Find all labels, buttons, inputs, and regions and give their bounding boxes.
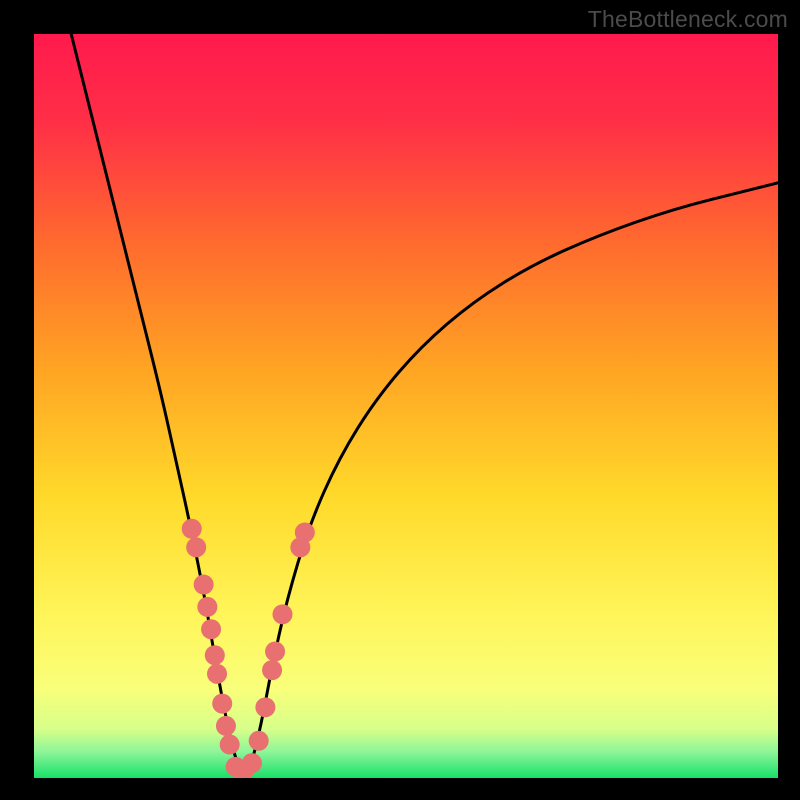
data-point (255, 697, 275, 717)
data-point (212, 694, 232, 714)
outer-frame: TheBottleneck.com (0, 0, 800, 800)
data-point (262, 660, 282, 680)
data-point (295, 522, 315, 542)
data-point (207, 664, 227, 684)
data-point (197, 597, 217, 617)
data-point (201, 619, 221, 639)
bottleneck-curve (71, 34, 778, 771)
data-point (220, 735, 240, 755)
data-point (186, 537, 206, 557)
data-point (249, 731, 269, 751)
chart-svg (34, 34, 778, 778)
data-point (194, 575, 214, 595)
data-point (265, 642, 285, 662)
watermark-label: TheBottleneck.com (588, 6, 788, 33)
data-point (273, 604, 293, 624)
data-point (205, 645, 225, 665)
plot-area (34, 34, 778, 778)
data-point (216, 716, 236, 736)
data-point (242, 753, 262, 773)
data-point (182, 519, 202, 539)
